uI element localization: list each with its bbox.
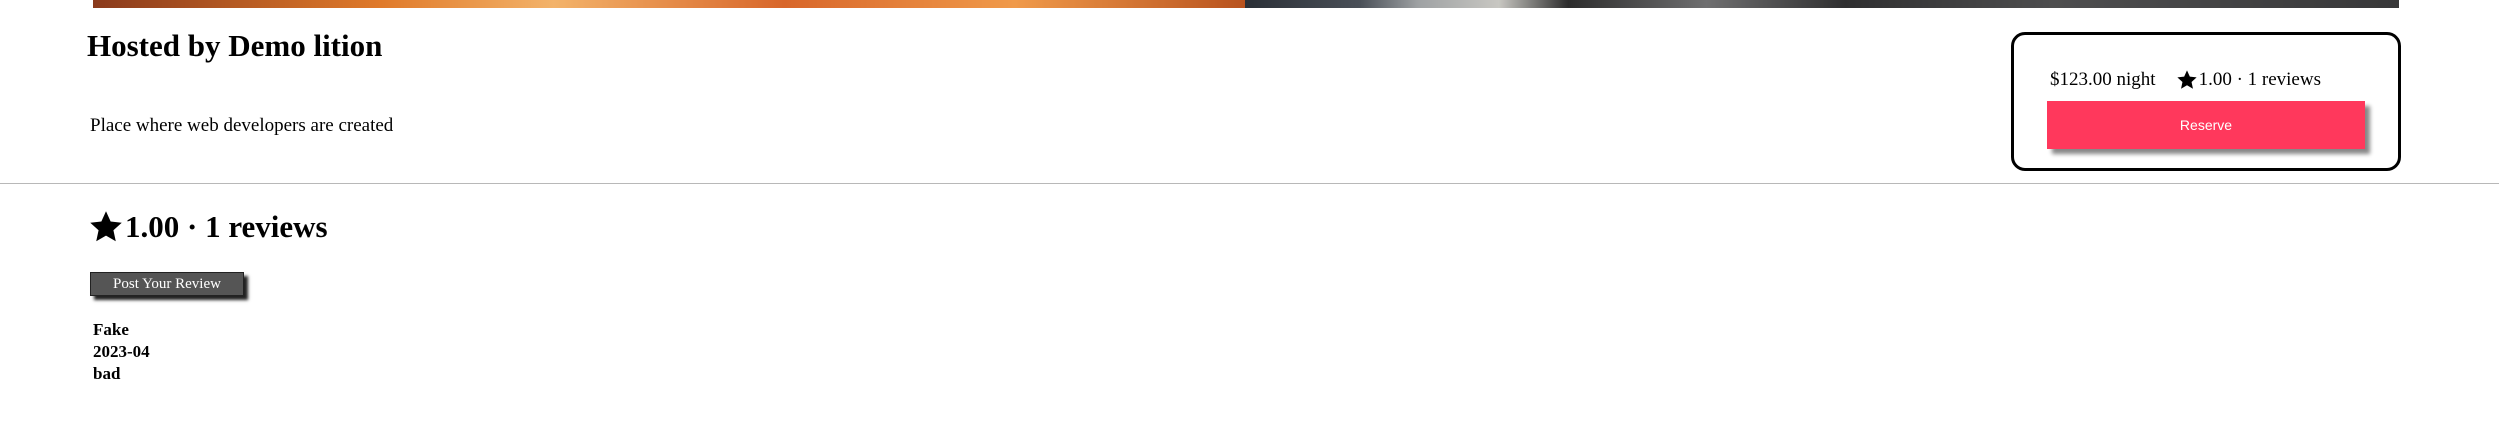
reviews-rating-heading: 1.00 · 1 reviews xyxy=(88,205,328,249)
star-icon xyxy=(90,211,122,242)
listing-photo-strip xyxy=(93,0,2399,8)
price-rating-row: $123.00 night 1.00 · 1 reviews xyxy=(2050,67,2321,93)
listing-photo-main xyxy=(93,0,1245,8)
host-title: Hosted by Demo lition xyxy=(87,28,383,63)
star-icon xyxy=(2176,70,2197,89)
review-item: Fake 2023-04 bad xyxy=(93,319,150,385)
section-divider xyxy=(0,183,2499,184)
reserve-button[interactable]: Reserve xyxy=(2047,101,2365,149)
booking-card: $123.00 night 1.00 · 1 reviews Reserve xyxy=(2011,32,2401,171)
review-author: Fake xyxy=(93,320,129,339)
post-review-button[interactable]: Post Your Review xyxy=(90,272,244,296)
reviews-rating-text: 1.00 · 1 reviews xyxy=(125,209,328,244)
booking-rating: 1.00 · 1 reviews xyxy=(2198,69,2321,90)
listing-photo-secondary xyxy=(1245,0,2399,8)
review-date: 2023-04 xyxy=(93,342,150,361)
review-text: bad xyxy=(93,364,121,383)
listing-description: Place where web developers are created xyxy=(90,115,394,136)
nightly-price: $123.00 night xyxy=(2050,69,2156,90)
